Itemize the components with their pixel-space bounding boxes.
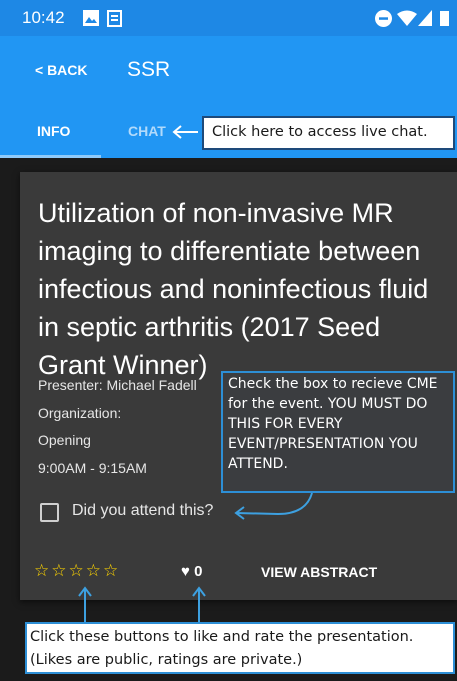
- chat-annotation: Click here to access live chat.: [202, 116, 455, 150]
- like-button[interactable]: ♥ 0: [181, 563, 202, 580]
- image-icon: [83, 10, 99, 26]
- app-bar: < BACK SSR: [0, 36, 457, 104]
- cme-annotation: Check the box to recieve CME for the eve…: [221, 371, 455, 493]
- star-icon[interactable]: ☆: [103, 562, 118, 580]
- star-icon[interactable]: ☆: [51, 562, 66, 580]
- star-rating[interactable]: ☆ ☆ ☆ ☆ ☆: [34, 562, 118, 580]
- presenter-text: Presenter: Michael Fadell: [38, 377, 197, 393]
- clock: 10:42: [22, 8, 65, 27]
- tab-info[interactable]: INFO: [37, 123, 70, 139]
- organization-text: Organization:: [38, 405, 122, 421]
- rating-annotation-line1: Click these buttons to like and rate the…: [30, 629, 414, 645]
- event-title: Utilization of non-invasive MR imaging t…: [38, 198, 429, 380]
- rating-annotation: Click these buttons to like and rate the…: [25, 622, 455, 674]
- signal-icon: [418, 10, 432, 26]
- battery-icon: [440, 11, 449, 26]
- do-not-disturb-icon: [375, 10, 392, 27]
- star-icon[interactable]: ☆: [86, 562, 101, 580]
- page-title: SSR: [127, 58, 171, 81]
- time-text: 9:00AM - 9:15AM: [38, 460, 147, 476]
- notes-icon: [107, 10, 122, 27]
- active-tab-indicator: [0, 155, 101, 158]
- wifi-icon: [397, 10, 417, 26]
- tab-chat[interactable]: CHAT: [128, 123, 166, 139]
- attend-label: Did you attend this?: [72, 502, 214, 519]
- star-icon[interactable]: ☆: [34, 562, 49, 580]
- star-icon[interactable]: ☆: [69, 562, 84, 580]
- view-abstract-button[interactable]: VIEW ABSTRACT: [261, 564, 377, 580]
- heart-icon: ♥: [181, 563, 190, 580]
- back-button[interactable]: < BACK: [35, 62, 88, 78]
- rating-annotation-line2: (Likes are public, ratings are private.): [30, 652, 303, 668]
- location-text: Opening: [38, 432, 91, 448]
- attend-checkbox[interactable]: [40, 503, 59, 522]
- like-count: 0: [194, 563, 203, 580]
- status-bar: 10:42: [0, 0, 457, 36]
